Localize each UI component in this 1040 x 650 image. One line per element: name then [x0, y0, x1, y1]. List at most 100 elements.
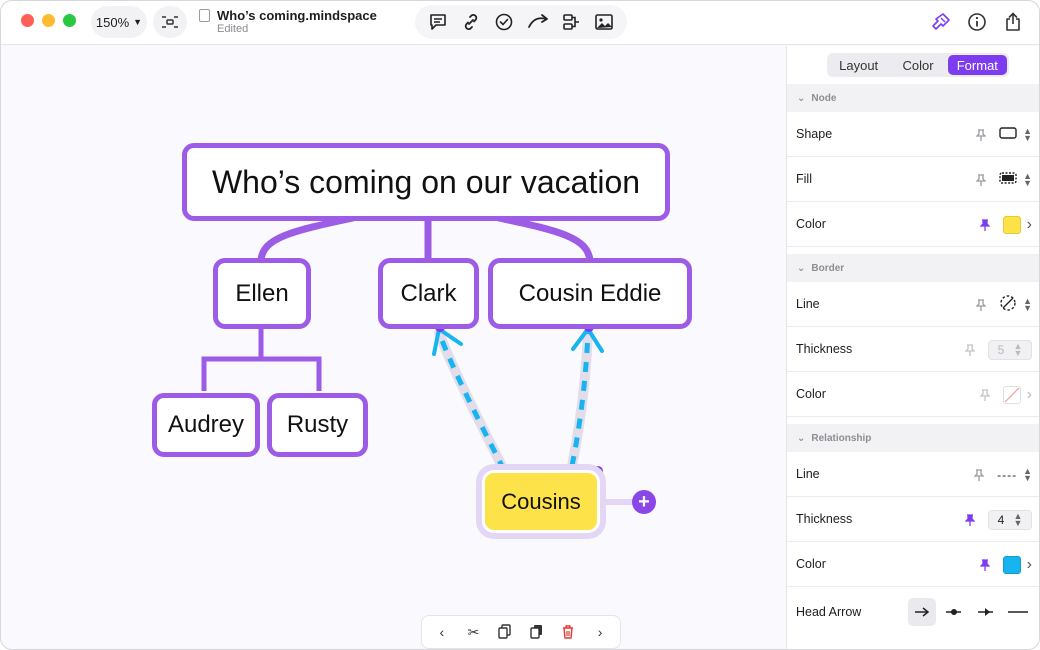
chevron-down-icon: ⌄ — [797, 262, 806, 274]
relationship-icon[interactable] — [526, 10, 550, 34]
share-icon[interactable] — [999, 8, 1027, 36]
minimize-window-button[interactable] — [42, 14, 55, 27]
link-icon[interactable] — [459, 10, 483, 34]
task-icon[interactable] — [492, 10, 516, 34]
document-icon — [199, 9, 210, 22]
border-thickness-stepper[interactable]: 5 ▲ ▼ — [988, 339, 1032, 360]
updown-icon[interactable]: ▲ ▼ — [1023, 126, 1032, 142]
node-label: Rusty — [286, 411, 349, 438]
updown-icon[interactable]: ▲ ▼ — [1023, 466, 1032, 482]
row-label: Fill — [796, 172, 812, 186]
row-label: Thickness — [796, 512, 853, 526]
row-head-arrow: Head Arrow — [787, 587, 1039, 637]
row-border-thickness: Thickness 5 ▲ ▼ — [787, 327, 1039, 372]
inspector-tabs: Layout Color Format — [827, 53, 1009, 77]
node-label: Ellen — [235, 279, 289, 307]
row-label: Color — [796, 557, 826, 571]
filled-arrow-head-icon[interactable] — [972, 598, 1000, 626]
row-node-shape: Shape ▲ ▼ — [787, 112, 1039, 157]
document-title[interactable]: Who’s coming.mindspace — [217, 8, 377, 23]
trash-icon[interactable] — [555, 619, 581, 645]
section-header-node[interactable]: ⌄ Node — [787, 84, 1039, 112]
add-child-button[interactable]: + — [632, 490, 656, 514]
chevron-right-icon[interactable]: › — [1027, 216, 1032, 234]
root-node[interactable]: Who’s coming on our vacation — [182, 143, 670, 221]
pin-icon[interactable] — [979, 388, 991, 402]
section-header-border[interactable]: ⌄ Border — [787, 254, 1039, 282]
zoom-level: 150% — [95, 14, 130, 30]
row-relationship-color: Color › — [787, 542, 1039, 587]
pin-icon[interactable] — [973, 468, 985, 482]
document-status: Edited — [217, 23, 249, 35]
dot-head-icon[interactable] — [940, 598, 968, 626]
line-style-icon[interactable] — [999, 294, 1017, 315]
copy-icon[interactable] — [492, 619, 518, 645]
node-label: Cousin Eddie — [518, 279, 662, 307]
pin-icon[interactable] — [975, 173, 987, 187]
info-icon[interactable] — [963, 8, 991, 36]
row-label: Color — [796, 387, 826, 401]
paste-icon[interactable] — [524, 619, 550, 645]
chevron-left-icon[interactable]: ‹ — [429, 619, 455, 645]
relationship-line-style[interactable]: ---- — [997, 468, 1017, 482]
node-clark[interactable]: Clark — [378, 258, 479, 329]
row-label: Color — [796, 217, 826, 231]
chevron-right-icon[interactable]: › — [1027, 556, 1032, 574]
outline-button[interactable] — [153, 6, 187, 38]
no-color-swatch[interactable] — [1002, 385, 1021, 404]
no-head-icon[interactable] — [1004, 598, 1032, 626]
chevron-down-icon: ⌄ — [797, 92, 806, 104]
arrow-head-icon[interactable] — [908, 598, 936, 626]
edit-bar: ‹ ✂ › — [421, 615, 621, 649]
comment-icon[interactable] — [426, 10, 450, 34]
pin-icon[interactable] — [979, 558, 991, 572]
section-title: Border — [811, 262, 845, 274]
format-brush-icon[interactable] — [927, 8, 955, 36]
tab-format[interactable]: Format — [947, 55, 1007, 75]
updown-icon[interactable]: ▲ ▼ — [1023, 296, 1032, 312]
structure-icon[interactable] — [559, 10, 583, 34]
pin-icon[interactable] — [964, 343, 976, 357]
app-window: 150% ▼ Who’s coming.mindspace Edited Who… — [0, 0, 1040, 650]
tab-layout[interactable]: Layout — [829, 55, 888, 75]
row-relationship-line: Line ---- ▲ ▼ — [787, 452, 1039, 497]
image-icon[interactable] — [592, 10, 616, 34]
branch-cousin-eddie — [495, 214, 594, 264]
outline-icon — [162, 16, 178, 28]
scissors-icon[interactable]: ✂ — [460, 619, 486, 645]
row-node-fill: Fill ▲ ▼ — [787, 157, 1039, 202]
zoom-dropdown[interactable]: 150% ▼ — [91, 6, 147, 38]
pin-icon[interactable] — [979, 218, 991, 232]
node-rusty[interactable]: Rusty — [267, 393, 368, 457]
row-label: Line — [796, 297, 820, 311]
pin-icon[interactable] — [964, 513, 976, 527]
chevron-right-icon[interactable]: › — [587, 619, 613, 645]
row-label: Line — [796, 467, 820, 481]
rectangle-shape-icon[interactable] — [999, 126, 1017, 143]
updown-icon[interactable]: ▲ ▼ — [1023, 171, 1032, 187]
node-ellen[interactable]: Ellen — [213, 258, 311, 329]
pin-icon[interactable] — [975, 298, 987, 312]
thickness-value: 5 — [997, 342, 1005, 357]
node-label: Cousins — [501, 488, 581, 514]
node-color-swatch[interactable] — [1002, 215, 1021, 234]
row-border-line: Line ▲ ▼ — [787, 282, 1039, 327]
node-audrey[interactable]: Audrey — [152, 393, 260, 457]
row-label: Head Arrow — [796, 605, 862, 619]
chevron-right-icon[interactable]: › — [1027, 386, 1032, 404]
tab-color[interactable]: Color — [888, 55, 947, 75]
node-cousin-eddie[interactable]: Cousin Eddie — [488, 258, 692, 329]
chevron-down-icon: ▼ — [133, 17, 143, 27]
pin-icon[interactable] — [975, 128, 987, 142]
updown-icon: ▲ ▼ — [1013, 510, 1023, 528]
thickness-value: 4 — [997, 512, 1005, 527]
relationship-color-swatch[interactable] — [1002, 555, 1021, 574]
fill-style-icon[interactable] — [999, 171, 1017, 188]
relationship-thickness-stepper[interactable]: 4 ▲ ▼ — [988, 509, 1032, 530]
section-title: Node — [811, 92, 837, 104]
close-window-button[interactable] — [21, 14, 34, 27]
section-header-relationship[interactable]: ⌄ Relationship — [787, 424, 1039, 452]
zoom-window-button[interactable] — [63, 14, 76, 27]
node-cousins-selected[interactable]: Cousins — [482, 470, 600, 533]
mindmap-canvas[interactable]: Who’s coming on our vacation Ellen Clark… — [1, 46, 786, 649]
